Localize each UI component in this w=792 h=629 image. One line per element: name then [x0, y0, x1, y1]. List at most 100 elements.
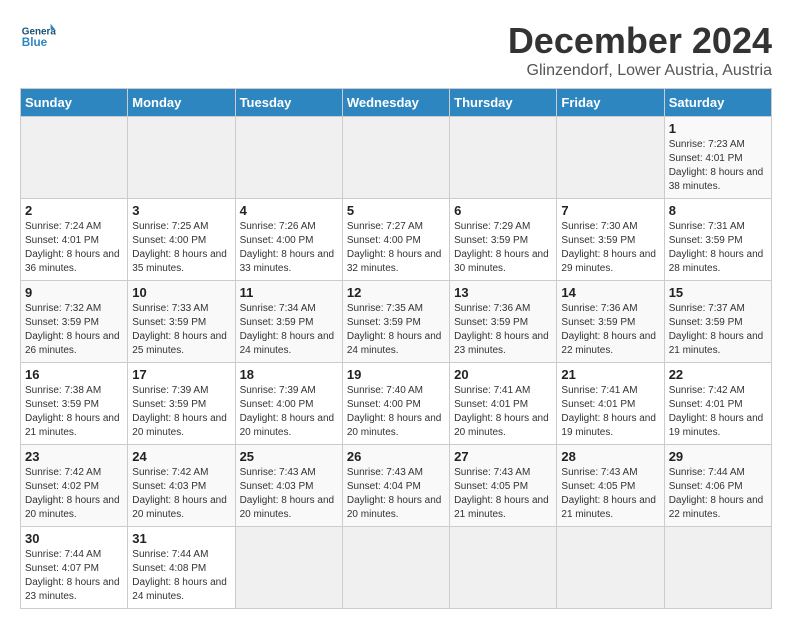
day-number: 13	[454, 285, 552, 300]
header-saturday: Saturday	[664, 89, 771, 117]
table-row: 4 Sunrise: 7:26 AMSunset: 4:00 PMDayligh…	[235, 199, 342, 281]
day-number: 9	[25, 285, 123, 300]
table-row: 15 Sunrise: 7:37 AMSunset: 3:59 PMDaylig…	[664, 281, 771, 363]
header-monday: Monday	[128, 89, 235, 117]
calendar-week-1: 2 Sunrise: 7:24 AMSunset: 4:01 PMDayligh…	[21, 199, 772, 281]
day-number: 6	[454, 203, 552, 218]
calendar-week-2: 9 Sunrise: 7:32 AMSunset: 3:59 PMDayligh…	[21, 281, 772, 363]
day-number: 7	[561, 203, 659, 218]
table-row: 29 Sunrise: 7:44 AMSunset: 4:06 PMDaylig…	[664, 445, 771, 527]
day-number: 19	[347, 367, 445, 382]
day-number: 25	[240, 449, 338, 464]
table-row: 7 Sunrise: 7:30 AMSunset: 3:59 PMDayligh…	[557, 199, 664, 281]
day-number: 23	[25, 449, 123, 464]
day-info: Sunrise: 7:43 AMSunset: 4:05 PMDaylight:…	[454, 466, 552, 522]
day-number: 22	[669, 367, 767, 382]
table-row: 8 Sunrise: 7:31 AMSunset: 3:59 PMDayligh…	[664, 199, 771, 281]
table-row	[235, 527, 342, 609]
table-row: 25 Sunrise: 7:43 AMSunset: 4:03 PMDaylig…	[235, 445, 342, 527]
day-info: Sunrise: 7:36 AMSunset: 3:59 PMDaylight:…	[561, 302, 659, 358]
day-number: 18	[240, 367, 338, 382]
day-info: Sunrise: 7:38 AMSunset: 3:59 PMDaylight:…	[25, 384, 123, 440]
table-row	[128, 117, 235, 199]
day-info: Sunrise: 7:41 AMSunset: 4:01 PMDaylight:…	[454, 384, 552, 440]
table-row: 9 Sunrise: 7:32 AMSunset: 3:59 PMDayligh…	[21, 281, 128, 363]
table-row: 16 Sunrise: 7:38 AMSunset: 3:59 PMDaylig…	[21, 363, 128, 445]
day-number: 11	[240, 285, 338, 300]
day-info: Sunrise: 7:44 AMSunset: 4:08 PMDaylight:…	[132, 548, 230, 604]
day-info: Sunrise: 7:29 AMSunset: 3:59 PMDaylight:…	[454, 220, 552, 276]
day-info: Sunrise: 7:23 AMSunset: 4:01 PMDaylight:…	[669, 138, 767, 194]
table-row	[557, 117, 664, 199]
logo: General Blue	[20, 20, 60, 56]
logo-icon: General Blue	[20, 20, 56, 56]
table-row: 13 Sunrise: 7:36 AMSunset: 3:59 PMDaylig…	[450, 281, 557, 363]
day-info: Sunrise: 7:34 AMSunset: 3:59 PMDaylight:…	[240, 302, 338, 358]
day-number: 3	[132, 203, 230, 218]
header-tuesday: Tuesday	[235, 89, 342, 117]
day-info: Sunrise: 7:32 AMSunset: 3:59 PMDaylight:…	[25, 302, 123, 358]
day-info: Sunrise: 7:24 AMSunset: 4:01 PMDaylight:…	[25, 220, 123, 276]
day-number: 21	[561, 367, 659, 382]
day-number: 5	[347, 203, 445, 218]
day-number: 12	[347, 285, 445, 300]
table-row: 21 Sunrise: 7:41 AMSunset: 4:01 PMDaylig…	[557, 363, 664, 445]
day-info: Sunrise: 7:33 AMSunset: 3:59 PMDaylight:…	[132, 302, 230, 358]
day-info: Sunrise: 7:26 AMSunset: 4:00 PMDaylight:…	[240, 220, 338, 276]
header-wednesday: Wednesday	[342, 89, 449, 117]
table-row: 10 Sunrise: 7:33 AMSunset: 3:59 PMDaylig…	[128, 281, 235, 363]
table-row: 17 Sunrise: 7:39 AMSunset: 3:59 PMDaylig…	[128, 363, 235, 445]
table-row: 28 Sunrise: 7:43 AMSunset: 4:05 PMDaylig…	[557, 445, 664, 527]
table-row: 11 Sunrise: 7:34 AMSunset: 3:59 PMDaylig…	[235, 281, 342, 363]
day-info: Sunrise: 7:41 AMSunset: 4:01 PMDaylight:…	[561, 384, 659, 440]
day-info: Sunrise: 7:31 AMSunset: 3:59 PMDaylight:…	[669, 220, 767, 276]
day-info: Sunrise: 7:42 AMSunset: 4:03 PMDaylight:…	[132, 466, 230, 522]
page-header: General Blue December 2024 Glinzendorf, …	[20, 20, 772, 80]
table-row: 18 Sunrise: 7:39 AMSunset: 4:00 PMDaylig…	[235, 363, 342, 445]
table-row: 26 Sunrise: 7:43 AMSunset: 4:04 PMDaylig…	[342, 445, 449, 527]
day-number: 27	[454, 449, 552, 464]
table-row: 31 Sunrise: 7:44 AMSunset: 4:08 PMDaylig…	[128, 527, 235, 609]
table-row: 6 Sunrise: 7:29 AMSunset: 3:59 PMDayligh…	[450, 199, 557, 281]
table-row: 30 Sunrise: 7:44 AMSunset: 4:07 PMDaylig…	[21, 527, 128, 609]
day-info: Sunrise: 7:42 AMSunset: 4:02 PMDaylight:…	[25, 466, 123, 522]
day-number: 4	[240, 203, 338, 218]
table-row: 2 Sunrise: 7:24 AMSunset: 4:01 PMDayligh…	[21, 199, 128, 281]
calendar-table: Sunday Monday Tuesday Wednesday Thursday…	[20, 88, 772, 609]
day-info: Sunrise: 7:25 AMSunset: 4:00 PMDaylight:…	[132, 220, 230, 276]
day-number: 26	[347, 449, 445, 464]
table-row	[21, 117, 128, 199]
day-number: 24	[132, 449, 230, 464]
day-info: Sunrise: 7:37 AMSunset: 3:59 PMDaylight:…	[669, 302, 767, 358]
day-info: Sunrise: 7:35 AMSunset: 3:59 PMDaylight:…	[347, 302, 445, 358]
table-row	[342, 527, 449, 609]
day-info: Sunrise: 7:30 AMSunset: 3:59 PMDaylight:…	[561, 220, 659, 276]
day-number: 31	[132, 531, 230, 546]
day-number: 16	[25, 367, 123, 382]
table-row: 14 Sunrise: 7:36 AMSunset: 3:59 PMDaylig…	[557, 281, 664, 363]
header-thursday: Thursday	[450, 89, 557, 117]
calendar-week-5: 30 Sunrise: 7:44 AMSunset: 4:07 PMDaylig…	[21, 527, 772, 609]
day-info: Sunrise: 7:43 AMSunset: 4:03 PMDaylight:…	[240, 466, 338, 522]
table-row: 24 Sunrise: 7:42 AMSunset: 4:03 PMDaylig…	[128, 445, 235, 527]
day-info: Sunrise: 7:40 AMSunset: 4:00 PMDaylight:…	[347, 384, 445, 440]
table-row: 1 Sunrise: 7:23 AMSunset: 4:01 PMDayligh…	[664, 117, 771, 199]
header-friday: Friday	[557, 89, 664, 117]
day-info: Sunrise: 7:42 AMSunset: 4:01 PMDaylight:…	[669, 384, 767, 440]
day-number: 10	[132, 285, 230, 300]
table-row: 5 Sunrise: 7:27 AMSunset: 4:00 PMDayligh…	[342, 199, 449, 281]
table-row: 22 Sunrise: 7:42 AMSunset: 4:01 PMDaylig…	[664, 363, 771, 445]
calendar-week-3: 16 Sunrise: 7:38 AMSunset: 3:59 PMDaylig…	[21, 363, 772, 445]
day-number: 8	[669, 203, 767, 218]
day-number: 14	[561, 285, 659, 300]
table-row	[235, 117, 342, 199]
table-row: 23 Sunrise: 7:42 AMSunset: 4:02 PMDaylig…	[21, 445, 128, 527]
month-title: December 2024	[508, 20, 772, 62]
day-number: 17	[132, 367, 230, 382]
header-sunday: Sunday	[21, 89, 128, 117]
day-number: 20	[454, 367, 552, 382]
day-number: 15	[669, 285, 767, 300]
day-info: Sunrise: 7:43 AMSunset: 4:04 PMDaylight:…	[347, 466, 445, 522]
day-info: Sunrise: 7:39 AMSunset: 4:00 PMDaylight:…	[240, 384, 338, 440]
calendar-week-0: 1 Sunrise: 7:23 AMSunset: 4:01 PMDayligh…	[21, 117, 772, 199]
